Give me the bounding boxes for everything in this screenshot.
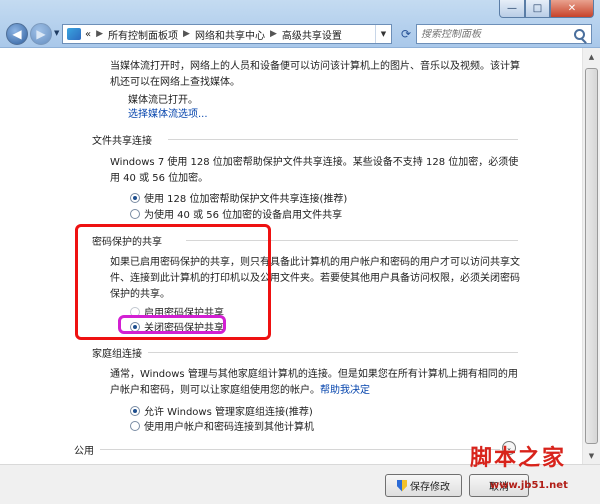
homegroup-windows-option[interactable]: 允许 Windows 管理家庭组连接(推荐) [130,403,313,418]
address-dropdown-icon[interactable]: ▼ [375,25,391,43]
cancel-label: 取消 [489,482,509,493]
file-sharing-description: Windows 7 使用 128 位加密帮助保护文件共享连接。某些设备不支持 1… [110,157,519,184]
window-title-bar: — □ ✕ ◀ ▶ ▼ « ▶ 所有控制面板项 ▶ 网络和共享中心 ▶ 高级共享… [0,0,600,48]
breadcrumb-network-center[interactable]: 网络和共享中心 [195,27,265,42]
cancel-button[interactable]: 取消 [469,474,529,497]
chevron-right-icon[interactable]: ▶ [183,29,190,39]
search-box[interactable] [416,24,592,44]
radio-selected[interactable] [130,192,140,203]
homegroup-description: 通常，Windows 管理与其他家庭组计算机的连接。但是如果您在所有计算机上拥有… [110,367,520,399]
public-heading[interactable]: 公用 [74,442,94,457]
chevron-right-icon[interactable]: ▶ [270,29,277,39]
search-input[interactable] [421,28,571,40]
homegroup-account-label: 使用用户帐户和密码连接到其他计算机 [144,422,314,433]
control-panel-icon [67,28,81,40]
homegroup-windows-label: 允许 Windows 管理家庭组连接(推荐) [144,407,313,418]
section-divider [148,352,518,353]
radio-unselected[interactable] [130,208,140,219]
encryption-40-56-option[interactable]: 为使用 40 或 56 位加密的设备启用文件共享 [130,206,342,221]
expand-public-button[interactable]: ⌄ [502,441,516,455]
vertical-scrollbar[interactable]: ▲ ▼ [582,48,600,464]
section-divider [168,139,518,140]
help-decide-link[interactable]: 帮助我决定 [320,385,370,396]
search-icon[interactable] [574,28,585,40]
minimize-button[interactable]: — [499,0,525,18]
save-changes-label: 保存修改 [410,482,450,493]
radio-unselected[interactable] [130,420,140,431]
close-button[interactable]: ✕ [550,0,594,18]
scroll-thumb[interactable] [585,68,598,444]
magenta-highlight-box [118,315,226,334]
scroll-down-icon[interactable]: ▼ [583,447,600,464]
maximize-button[interactable]: □ [525,0,550,18]
address-bar[interactable]: « ▶ 所有控制面板项 ▶ 网络和共享中心 ▶ 高级共享设置 ▼ [62,24,392,44]
encryption-40-56-label: 为使用 40 或 56 位加密的设备启用文件共享 [144,210,343,221]
breadcrumb-advanced-sharing[interactable]: 高级共享设置 [282,27,342,42]
encryption-128-option[interactable]: 使用 128 位加密帮助保护文件共享连接(推荐) [130,190,347,205]
file-sharing-heading: 文件共享连接 [92,136,152,147]
media-intro-text: 当媒体流打开时，网络上的人员和设备便可以访问该计算机上的图片、音乐以及视频。该计… [110,61,520,88]
radio-selected[interactable] [130,405,140,416]
uac-shield-icon [397,479,407,492]
homegroup-heading: 家庭组连接 [92,349,142,360]
bottom-bar: 保存修改 取消 [0,464,600,504]
encryption-128-label: 使用 128 位加密帮助保护文件共享连接(推荐) [144,194,348,205]
back-button[interactable]: ◀ [6,23,28,45]
save-changes-button[interactable]: 保存修改 [385,474,462,497]
homegroup-account-option[interactable]: 使用用户帐户和密码连接到其他计算机 [130,418,314,433]
breadcrumb-all-items[interactable]: 所有控制面板项 [108,27,178,42]
navigation-row: ◀ ▶ ▼ « ▶ 所有控制面板项 ▶ 网络和共享中心 ▶ 高级共享设置 ▼ ⟳ [0,21,600,47]
window-controls: — □ ✕ [499,0,594,18]
forward-button[interactable]: ▶ [30,23,52,45]
section-divider [100,449,500,450]
media-options-link[interactable]: 选择媒体流选项... [128,107,208,123]
homegroup-description-text: 通常，Windows 管理与其他家庭组计算机的连接。但是如果您在所有计算机上拥有… [110,369,518,396]
chevron-right-icon[interactable]: ▶ [96,29,103,39]
scroll-up-icon[interactable]: ▲ [583,48,600,65]
history-dropdown-icon[interactable]: ▼ [54,29,59,37]
address-overflow-icon[interactable]: « [85,29,91,40]
refresh-icon[interactable]: ⟳ [396,24,416,44]
